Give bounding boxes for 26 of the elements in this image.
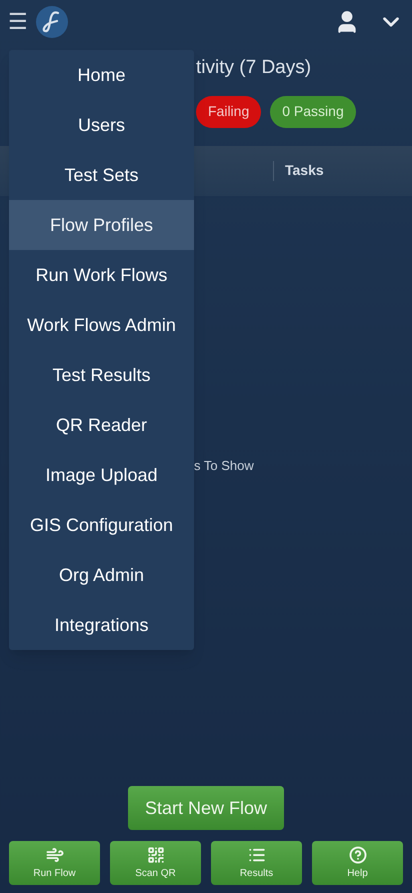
toolbar-button[interactable]: Help [312,841,403,885]
menu-item[interactable]: Users [9,100,194,150]
menu-item[interactable]: Test Results [9,350,194,400]
status-badge: 0 Passing [270,96,356,128]
menu-item[interactable]: GIS Configuration [9,500,194,550]
status-badge: Failing [196,96,262,128]
menu-item[interactable]: Run Work Flows [9,250,194,300]
menu-item[interactable]: Work Flows Admin [9,300,194,350]
menu-item[interactable]: Flow Profiles [9,200,194,250]
column-header: Tasks [285,161,324,180]
menu-item[interactable]: Org Admin [9,550,194,600]
menu-item[interactable]: Integrations [9,600,194,650]
help-icon [348,846,366,864]
menu-icon[interactable]: ☰ [8,11,28,33]
toolbar-button[interactable]: Results [211,841,302,885]
qr-code-icon [146,846,164,864]
menu-item[interactable]: Test Sets [9,150,194,200]
toolbar-button[interactable]: Scan QR [110,841,201,885]
wind-icon [46,846,64,864]
toolbar-button[interactable]: Run Flow [9,841,100,885]
logo-icon [36,6,68,38]
activity-title: tivity (7 Days) [196,56,312,80]
menu-item[interactable]: Image Upload [9,450,194,500]
empty-message: s To Show [194,458,254,472]
menu-item[interactable]: Home [9,50,194,100]
menu-item[interactable]: QR Reader [9,400,194,450]
